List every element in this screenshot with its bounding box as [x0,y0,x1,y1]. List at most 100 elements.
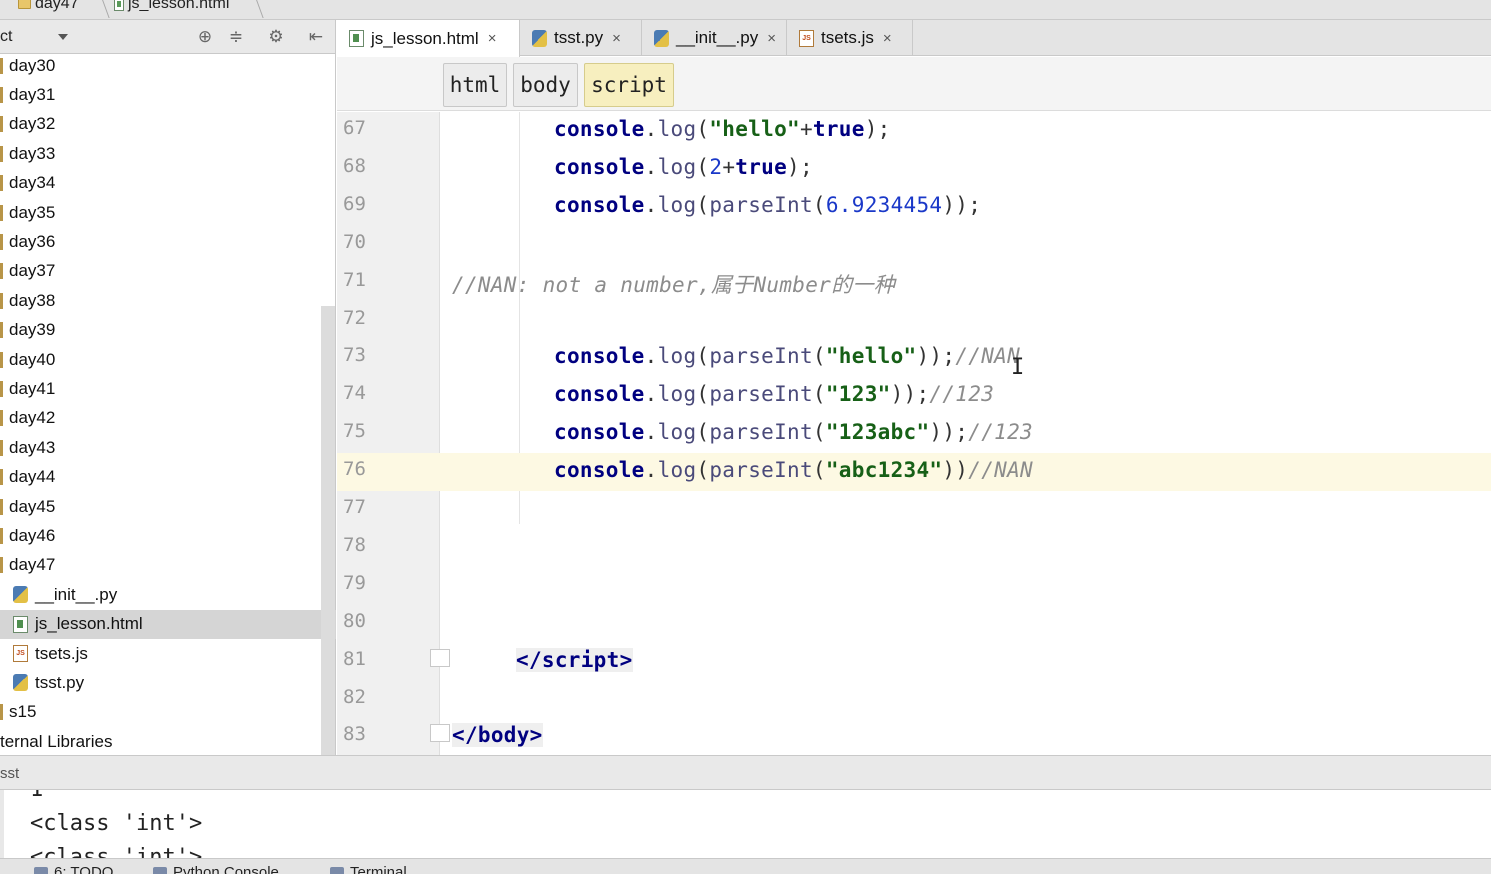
project-tree-scrollbar[interactable] [321,306,335,755]
structure-body-button[interactable]: body [513,63,578,107]
tree-item[interactable]: day30 [0,51,320,80]
close-icon[interactable]: × [883,30,892,47]
tree-item[interactable]: day34 [0,169,320,198]
structure-script-button[interactable]: script [584,63,674,107]
folder-icon [0,263,3,280]
tree-item[interactable]: day46 [0,521,320,550]
editor-tab[interactable]: js_lesson.html × [337,20,520,57]
folder-icon [0,380,3,397]
code-token: log [657,458,697,483]
code-text: console.log(parseInt("123abc"));//123 [554,420,1033,444]
tree-item-label: day36 [9,231,56,251]
gear-icon[interactable]: ⚙ [266,27,286,47]
tree-item[interactable]: tsst.py [0,668,320,697]
code-line: 75 console.log(parseInt("123abc"));//123 [337,415,1491,453]
tree-item-label: day44 [9,467,56,487]
line-number: 74 [343,382,366,405]
hide-panel-icon[interactable]: ⇤ [306,27,326,47]
editor-tab[interactable]: JS tsets.js × [787,20,913,56]
close-icon[interactable]: × [612,30,621,47]
fold-marker-icon[interactable] [430,649,450,667]
code-token: //NAN [968,458,1033,483]
tree-item[interactable]: s15 [0,698,320,727]
tree-item[interactable]: day47 [0,551,320,580]
project-panel: ct ⊕ ≑ ⚙ ⇤ day30 day31 day32 day33 day34 day3… [0,20,336,755]
tree-item[interactable]: day44 [0,463,320,492]
structure-breadcrumb: html body script [337,57,1491,111]
breadcrumb-folder[interactable]: day47 [18,0,79,13]
collapse-icon[interactable]: ≑ [226,27,246,47]
fold-marker-icon[interactable] [430,724,450,742]
tree-item[interactable]: __init__.py [0,580,320,609]
folder-icon [0,410,3,427]
python-file-icon [532,29,547,47]
tree-item[interactable]: day31 [0,80,320,109]
code-token: log [657,420,697,445]
project-view-selector[interactable]: ct [0,28,12,46]
code-token: . [644,117,658,141]
editor-tab[interactable]: __init__.py × [642,20,787,56]
tree-item[interactable]: day45 [0,492,320,521]
tree-item[interactable]: day40 [0,345,320,374]
editor-tab-label: tsets.js [821,28,874,47]
code-token: ( [812,382,826,407]
text-cursor-icon: I [1011,355,1025,380]
code-token: 2 [709,154,723,179]
line-number: 81 [343,647,366,670]
navigation-breadcrumb: day47 js_lesson.html [0,0,1491,20]
code-token: log [657,154,697,179]
tree-item-label: tsst.py [35,672,85,692]
tree-item-label: day47 [9,555,56,575]
tree-item[interactable]: day38 [0,286,320,315]
close-icon[interactable]: × [488,30,497,47]
tool-window-button[interactable]: Python Console [153,864,279,874]
line-number: 76 [343,458,366,481]
code-token: "hello" [709,117,800,141]
code-token: ( [696,192,710,217]
editor-tab[interactable]: tsst.py × [520,20,642,56]
tool-window-button[interactable]: Terminal [330,864,407,874]
tree-item[interactable]: day36 [0,227,320,256]
run-gutter [0,790,4,858]
tree-item[interactable]: day37 [0,257,320,286]
tree-item[interactable]: js_lesson.html [0,609,336,639]
folder-icon [0,557,3,574]
code-token: log [657,344,697,369]
chevron-down-icon[interactable] [58,34,68,40]
tool-window-label: Python Console [173,864,279,874]
code-token: log [657,117,697,141]
tree-item[interactable]: day32 [0,110,320,139]
folder-icon [0,175,3,192]
code-token: //123 [929,382,995,407]
code-token: ); [864,117,891,141]
editor-tab-label: js_lesson.html [371,28,479,48]
tree-item[interactable]: day33 [0,139,320,168]
tree-item[interactable]: JS tsets.js [0,639,320,668]
code-editor[interactable]: 67 console.log("hello"+true); 68 console.lo… [337,112,1491,755]
tool-window-button[interactable]: 6: TODO [34,864,113,874]
run-output[interactable]: 1 <class 'int'> <class 'int'> [0,790,1491,858]
tree-item-label: day43 [9,437,56,457]
folder-icon [0,704,3,721]
code-token: )); [929,420,969,445]
line-number: 75 [343,420,366,443]
tree-item[interactable]: day41 [0,374,320,403]
close-icon[interactable]: × [767,30,776,47]
output-line: <class 'int'> [30,845,203,858]
tree-item[interactable]: day35 [0,198,320,227]
tree-item-label: s15 [9,702,37,722]
crosshair-icon[interactable]: ⊕ [195,27,215,47]
structure-html-button[interactable]: html [443,63,507,107]
tree-item-label: day37 [9,261,56,281]
folder-icon [0,351,3,368]
breadcrumb-file[interactable]: js_lesson.html [114,0,229,13]
output-line: 1 [30,790,43,802]
tree-item[interactable]: ternal Libraries [0,727,320,756]
line-number: 77 [343,496,366,518]
tree-item[interactable]: day39 [0,316,320,345]
tree-item[interactable]: day43 [0,433,320,462]
code-token: parseInt [709,458,813,483]
line-number: 67 [343,117,366,139]
tree-item[interactable]: day42 [0,404,320,433]
folder-icon [18,0,31,9]
